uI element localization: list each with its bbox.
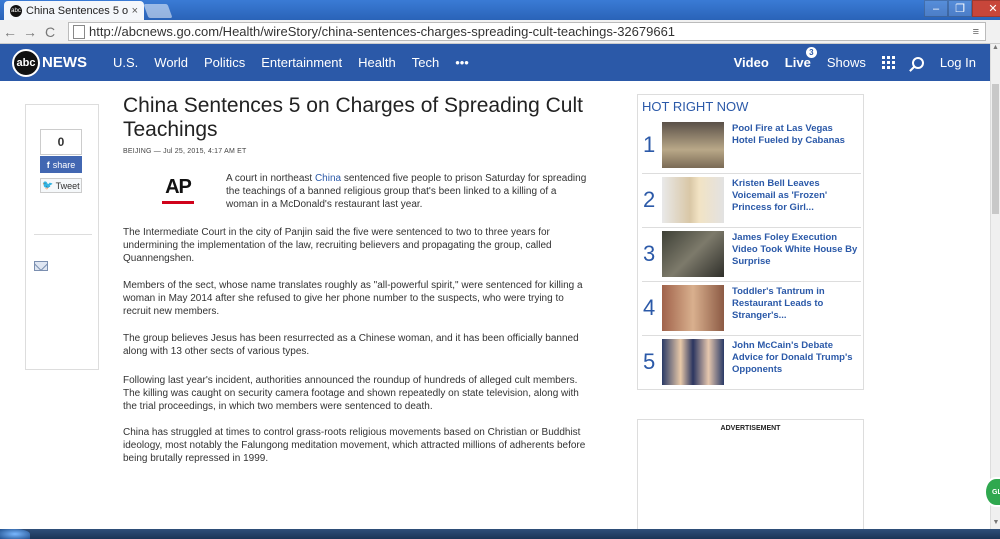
twitter-bird-icon: 🐦 [42, 180, 54, 190]
hot-right-now-title: HOT RIGHT NOW [642, 99, 749, 114]
article-headline: China Sentences 5 on Charges of Spreadin… [123, 94, 583, 141]
hot-item-title[interactable]: Kristen Bell Leaves Voicemail as 'Frozen… [732, 178, 858, 214]
back-button[interactable]: ← [0, 24, 20, 40]
nav-more[interactable]: ••• [455, 55, 469, 70]
nav-politics[interactable]: Politics [204, 55, 245, 70]
new-tab-button[interactable] [143, 4, 173, 18]
hot-item-thumbnail[interactable] [662, 177, 724, 223]
abc-favicon-icon: abc [10, 4, 22, 17]
window-controls: – ❐ ✕ [924, 0, 1000, 17]
address-bar[interactable]: ≡ [68, 22, 986, 41]
tab-close-icon[interactable]: × [132, 5, 138, 17]
hot-item-number: 3 [643, 241, 656, 266]
china-topic-link[interactable]: China [315, 173, 341, 184]
nav-shows[interactable]: Shows [827, 55, 866, 70]
browser-tab[interactable]: abc China Sentences 5 on Cl × [4, 1, 144, 20]
site-navigation: abc NEWS U.S. World Politics Entertainme… [0, 44, 990, 81]
url-input[interactable] [89, 24, 973, 39]
article-paragraph-6: China has struggled at times to control … [123, 427, 586, 464]
apps-grid-icon[interactable] [881, 55, 896, 70]
hot-item-title[interactable]: John McCain's Debate Advice for Donald T… [732, 340, 858, 376]
p1-text-start: A court in northeast [226, 173, 315, 184]
email-share-icon[interactable] [34, 261, 48, 271]
article-paragraph-4: The group believes Jesus has been resurr… [123, 333, 579, 357]
article-paragraph-5: Following last year's incident, authorit… [123, 375, 579, 412]
browser-toolbar: ← → C ≡ [0, 20, 1000, 44]
hot-item-thumbnail[interactable] [662, 285, 724, 331]
logo-news-text: NEWS [42, 54, 87, 71]
menu-icon[interactable]: ≡ [973, 26, 979, 38]
hot-item[interactable]: 5 John McCain's Debate Advice for Donald… [642, 335, 861, 387]
abc-news-logo[interactable]: abc NEWS [12, 48, 87, 77]
hot-item[interactable]: 2 Kristen Bell Leaves Voicemail as 'Froz… [642, 173, 861, 225]
hot-item[interactable]: 1 Pool Fire at Las Vegas Hotel Fueled by… [642, 119, 861, 171]
maximize-button[interactable]: ❐ [948, 0, 972, 17]
hot-item-title[interactable]: James Foley Execution Video Took White H… [732, 232, 858, 268]
advertisement-box: ADVERTISEMENT [637, 419, 864, 539]
minimize-button[interactable]: – [924, 0, 948, 17]
hot-item[interactable]: 4 Toddler's Tantrum in Restaurant Leads … [642, 281, 861, 333]
ap-logo-text: AP [165, 176, 192, 198]
ap-logo-bar [162, 201, 194, 204]
article-paragraph-2: The Intermediate Court in the city of Pa… [123, 227, 552, 264]
nav-tech[interactable]: Tech [412, 55, 439, 70]
ap-logo: AP [158, 176, 198, 204]
share-rail: 0 f share 🐦 Tweet [25, 104, 99, 370]
hot-item-number: 2 [643, 187, 656, 212]
hot-item-number: 4 [643, 295, 656, 320]
hot-item-thumbnail[interactable] [662, 339, 724, 385]
login-link[interactable]: Log In [940, 55, 976, 70]
hot-item-thumbnail[interactable] [662, 231, 724, 277]
floating-action-button[interactable]: GL [984, 477, 1000, 507]
reload-button[interactable]: C [40, 24, 60, 40]
scroll-down-icon[interactable]: ▼ [991, 519, 1000, 529]
nav-live[interactable]: Live 3 [784, 47, 817, 70]
scroll-up-icon[interactable]: ▲ [991, 44, 1000, 54]
hot-right-now: HOT RIGHT NOW 1 Pool Fire at Las Vegas H… [637, 94, 864, 390]
nav-entertainment[interactable]: Entertainment [261, 55, 342, 70]
nav-health[interactable]: Health [358, 55, 396, 70]
nav-us[interactable]: U.S. [113, 55, 138, 70]
nav-live-label: Live [784, 55, 811, 70]
start-button[interactable] [0, 529, 30, 539]
hot-item-thumbnail[interactable] [662, 122, 724, 168]
nav-world[interactable]: World [154, 55, 188, 70]
search-icon[interactable] [911, 56, 924, 69]
nav-right: Video Live 3 Shows Log In [718, 44, 976, 81]
hot-item-number: 1 [643, 132, 656, 157]
article-paragraph-1: A court in northeast China sentenced fiv… [226, 172, 591, 211]
live-count-badge: 3 [805, 47, 817, 58]
nav-video[interactable]: Video [734, 55, 769, 70]
close-window-button[interactable]: ✕ [972, 0, 1000, 17]
article-dateline: BEIJING — Jul 25, 2015, 4:17 AM ET [123, 148, 247, 155]
tab-title: China Sentences 5 on Cl [26, 4, 128, 17]
facebook-share-button[interactable]: f share [40, 156, 82, 173]
hot-item[interactable]: 3 James Foley Execution Video Took White… [642, 227, 861, 279]
article-paragraph-3: Members of the sect, whose name translat… [123, 280, 583, 317]
page-scrollbar[interactable]: ▲ ▼ [990, 44, 1000, 529]
tweet-label: Tweet [55, 180, 80, 191]
hot-item-title[interactable]: Pool Fire at Las Vegas Hotel Fueled by C… [732, 123, 858, 147]
hot-item-title[interactable]: Toddler's Tantrum in Restaurant Leads to… [732, 286, 858, 322]
facebook-share-label: share [52, 159, 76, 170]
abc-logo-icon: abc [12, 48, 40, 77]
article: China Sentences 5 on Charges of Spreadin… [123, 94, 593, 464]
advertisement-label: ADVERTISEMENT [720, 425, 781, 432]
share-divider [34, 234, 92, 235]
facebook-icon: f [46, 159, 50, 170]
taskbar [0, 529, 1000, 539]
page-icon [73, 24, 85, 39]
tab-strip: abc China Sentences 5 on Cl × – ❐ ✕ [0, 0, 1000, 20]
hot-item-number: 5 [643, 349, 656, 374]
scrollbar-thumb[interactable] [992, 84, 999, 214]
share-count: 0 [40, 129, 82, 155]
forward-button[interactable]: → [20, 24, 40, 40]
tweet-button[interactable]: 🐦 Tweet [40, 178, 82, 193]
